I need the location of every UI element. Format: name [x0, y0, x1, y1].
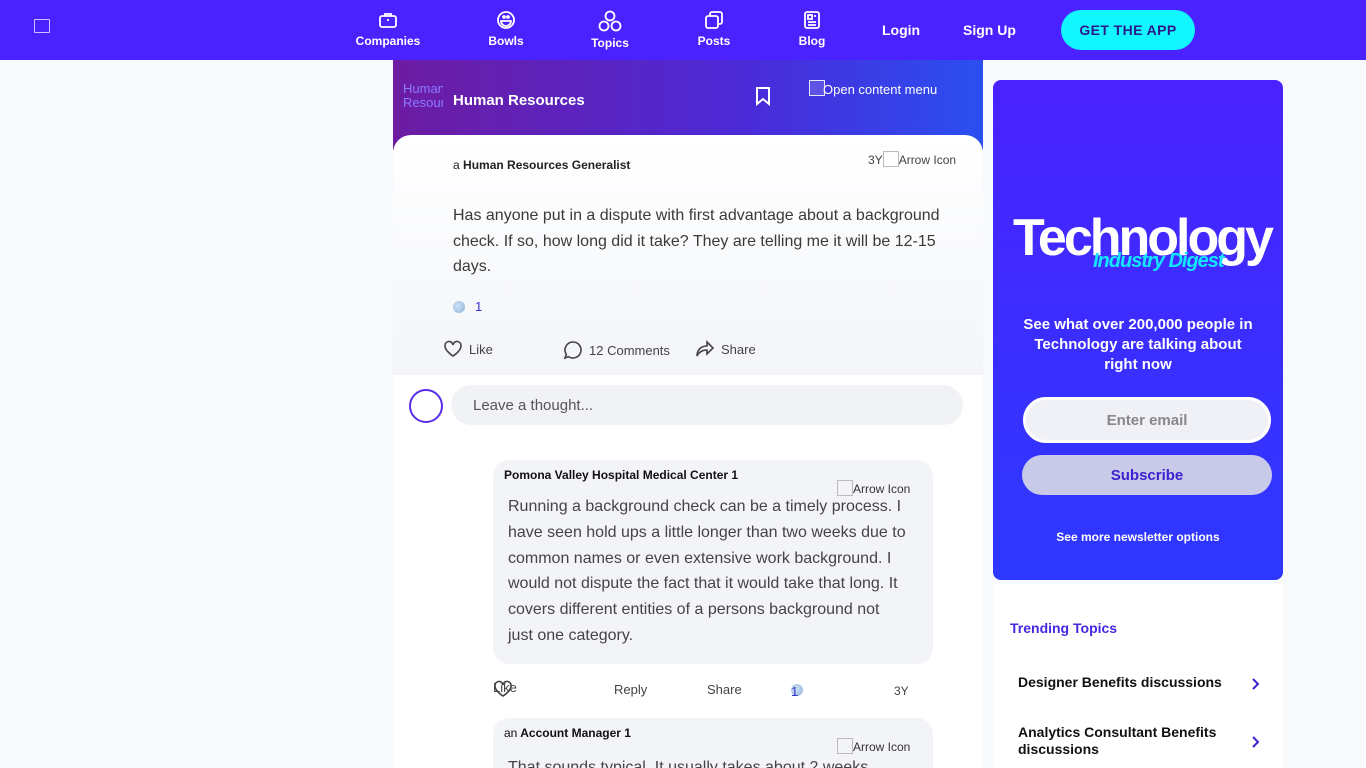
nav-posts[interactable]: Posts	[674, 10, 754, 48]
post-reactions[interactable]: 1	[453, 299, 482, 314]
comment-author-name: Pomona Valley Hospital Medical Center 1	[504, 468, 739, 482]
bookmark-icon[interactable]	[754, 86, 772, 106]
top-nav: Companies Bowls Topics Posts Blog Login …	[0, 0, 1366, 60]
thought-row	[393, 375, 983, 445]
post-author[interactable]: a Human Resources Generalist	[453, 158, 630, 172]
nav-blog-label: Blog	[798, 34, 826, 48]
post-card: a Human Resources Generalist 3Y Arrow Ico…	[393, 135, 983, 375]
nav-topics-label: Topics	[591, 36, 629, 50]
content-menu-button[interactable]: Open content menu	[809, 80, 937, 97]
comment-body: That sounds typical. It usually takes ab…	[508, 759, 869, 768]
subscribe-button[interactable]: Subscribe	[1022, 455, 1272, 495]
briefcase-icon	[379, 13, 397, 28]
newsletter-promo: Technology Industry Digest See what over…	[993, 80, 1283, 580]
comment-body: Running a background check can be a time…	[508, 498, 906, 644]
comment-actions: Like Reply Share 1 3Y	[493, 680, 933, 700]
post-like-label: Like	[469, 341, 493, 357]
chevron-right-icon	[1252, 678, 1259, 690]
heart-icon	[444, 340, 462, 357]
post-author-prefix: a	[453, 158, 460, 172]
bowl-avatar-alt: Human Resources	[403, 82, 443, 110]
trending-item[interactable]: Analytics Consultant Benefits discussion…	[1003, 724, 1273, 760]
nav-bowls[interactable]: Bowls	[466, 10, 546, 48]
comment-like-button[interactable]: Like	[493, 680, 517, 698]
main-column: Human Resources Human Resources Open con…	[393, 60, 983, 768]
signup-link[interactable]: Sign Up	[963, 22, 1016, 38]
nav-blog[interactable]: Blog	[772, 10, 852, 48]
comment-share-button[interactable]: Share	[707, 682, 742, 697]
promo-subtitle: Industry Digest	[1093, 250, 1225, 272]
comment-card: an Account Manager 1 Arrow Icon That sou…	[493, 718, 933, 768]
email-input[interactable]	[1023, 397, 1271, 443]
post-comments-button[interactable]: 12 Comments	[563, 340, 670, 360]
comment-reply-button[interactable]: Reply	[614, 682, 647, 697]
bowl-icon	[497, 11, 515, 29]
posts-icon	[705, 11, 723, 29]
share-icon	[696, 340, 715, 357]
leave-thought-input[interactable]	[451, 385, 963, 425]
blog-icon	[804, 11, 820, 29]
post-reaction-count: 1	[475, 299, 483, 314]
nav-companies[interactable]: Companies	[348, 10, 428, 48]
comment-arrow-alt: Arrow Icon	[853, 740, 911, 754]
post-comments-label: 12 Comments	[589, 342, 670, 358]
bowl-avatar[interactable]: Human Resources	[403, 82, 443, 114]
post-body: Has anyone put in a dispute with first a…	[453, 207, 940, 275]
post-age[interactable]: 3Y Arrow Icon	[868, 151, 956, 167]
site-logo[interactable]	[34, 19, 50, 33]
reaction-icon	[453, 300, 465, 313]
post-age-value: 3Y	[868, 153, 883, 167]
nav-bowls-label: Bowls	[488, 34, 524, 48]
comment-like-label: Like	[493, 680, 517, 695]
post-like-button[interactable]: Like	[443, 340, 493, 358]
comment-age: 3Y	[894, 684, 909, 698]
arrow-icon	[882, 151, 899, 167]
comment-author-name: Account Manager 1	[520, 726, 631, 740]
trending-item-label: Designer Benefits discussions	[1018, 674, 1222, 690]
comment-card: Pomona Valley Hospital Medical Center 1 …	[493, 460, 933, 664]
promo-text: See what over 200,000 people in Technolo…	[1023, 316, 1253, 373]
post-author-name: Human Resources Generalist	[463, 158, 631, 172]
content-menu-label: Open content menu	[823, 82, 938, 97]
comment-bubble-icon	[563, 341, 582, 360]
comment-reaction-count: 1	[791, 684, 799, 699]
trending-title: Trending Topics	[1010, 620, 1118, 636]
arrow-icon	[837, 738, 853, 754]
nav-posts-label: Posts	[697, 34, 731, 48]
bowl-name[interactable]: Human Resources	[453, 92, 585, 109]
comment-arrow[interactable]: Arrow Icon	[837, 738, 910, 754]
comment-author-prefix: an	[504, 726, 518, 740]
get-app-button[interactable]: GET THE APP	[1061, 10, 1195, 50]
trending-item[interactable]: Designer Benefits discussions	[1003, 674, 1273, 694]
post-arrow-alt: Arrow Icon	[898, 153, 957, 167]
comment-author[interactable]: an Account Manager 1	[504, 726, 631, 740]
trending-item-label: Analytics Consultant Benefits discussion…	[1018, 724, 1217, 757]
nav-topics[interactable]: Topics	[570, 10, 650, 50]
topics-icon	[598, 10, 622, 32]
more-newsletter-link[interactable]: See more newsletter options	[993, 530, 1283, 544]
user-avatar	[409, 389, 443, 423]
trending-topics: Trending Topics Designer Benefits discus…	[993, 584, 1283, 768]
login-link[interactable]: Login	[882, 22, 920, 38]
chevron-right-icon	[1252, 736, 1259, 748]
comment-author[interactable]: Pomona Valley Hospital Medical Center 1	[504, 468, 738, 482]
post-share-label: Share	[721, 341, 756, 357]
nav-companies-label: Companies	[355, 34, 421, 48]
post-share-button[interactable]: Share	[695, 340, 756, 358]
